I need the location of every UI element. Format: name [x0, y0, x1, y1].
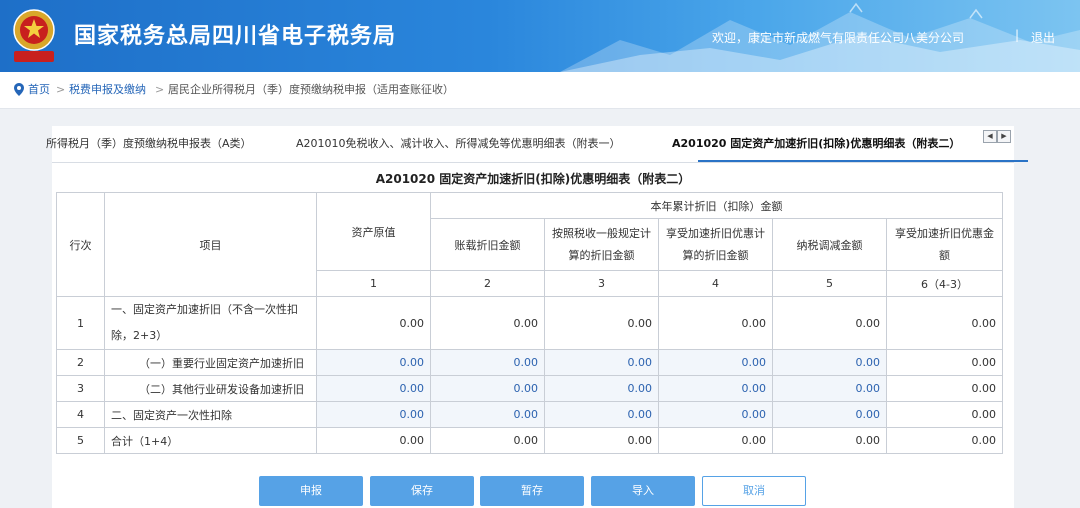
breadcrumb: 首页 > 税费申报及缴纳 > 居民企业所得税月（季）度预缴纳税申报（适用查账征收… — [0, 72, 1080, 109]
breadcrumb-current: 居民企业所得税月（季）度预缴纳税申报（适用查账征收） — [168, 83, 454, 96]
editable-cell[interactable]: 0.00 — [316, 375, 431, 402]
report-tabs: 所得税月（季）度预缴纳税申报表（A类） A201010免税收入、减计收入、所得减… — [46, 126, 1028, 163]
table-row: 5 合计（1+4） 0.00 0.00 0.00 0.00 0.00 0.00 — [56, 427, 1003, 454]
editable-cell[interactable]: 0.00 — [658, 375, 773, 402]
row-number: 4 — [56, 401, 105, 428]
declare-button[interactable]: 申报 — [259, 476, 363, 506]
header-asset-value: 资产原值 — [316, 192, 431, 271]
cell-value: 0.00 — [544, 296, 659, 350]
row-item: （二）其他行业研发设备加速折旧 — [104, 375, 317, 402]
table-row: 4 二、固定资产一次性扣除 0.00 0.00 0.00 0.00 0.00 0… — [56, 401, 1003, 428]
col-number: 4 — [658, 270, 773, 297]
header-item: 项目 — [104, 192, 317, 297]
editable-cell[interactable]: 0.00 — [544, 349, 659, 376]
header-col6: 享受加速折旧优惠金额 — [886, 218, 1003, 271]
cell-value: 0.00 — [886, 401, 1003, 428]
editable-cell[interactable]: 0.00 — [544, 375, 659, 402]
col-number: 6（4-3） — [886, 270, 1003, 297]
welcome-text: 欢迎，康定市新成燃气有限责任公司八美分公司 — [711, 31, 964, 45]
row-number: 2 — [56, 349, 105, 376]
cell-value: 0.00 — [658, 296, 773, 350]
cell-value: 0.00 — [772, 296, 887, 350]
cell-value: 0.00 — [316, 427, 431, 454]
import-button[interactable]: 导入 — [591, 476, 695, 506]
header-row-no: 行次 — [56, 192, 105, 297]
row-item: 一、固定资产加速折旧（不含一次性扣除，2+3） — [104, 296, 317, 350]
editable-cell[interactable]: 0.00 — [772, 401, 887, 428]
editable-cell[interactable]: 0.00 — [658, 349, 773, 376]
col-number: 1 — [316, 270, 431, 297]
table-row: 3 （二）其他行业研发设备加速折旧 0.00 0.00 0.00 0.00 0.… — [56, 375, 1003, 402]
editable-cell[interactable]: 0.00 — [430, 349, 545, 376]
temp-save-button[interactable]: 暂存 — [480, 476, 584, 506]
editable-cell[interactable]: 0.00 — [316, 401, 431, 428]
header-separator: | — [1015, 28, 1020, 42]
editable-cell[interactable]: 0.00 — [658, 401, 773, 428]
table-row: 1 一、固定资产加速折旧（不含一次性扣除，2+3） 0.00 0.00 0.00… — [56, 296, 1003, 350]
row-number: 1 — [56, 296, 105, 350]
row-item: 合计（1+4） — [104, 427, 317, 454]
row-number: 3 — [56, 375, 105, 402]
tab-main-form[interactable]: 所得税月（季）度预缴纳税申报表（A类） — [46, 126, 252, 162]
editable-cell[interactable]: 0.00 — [544, 401, 659, 428]
editable-cell[interactable]: 0.00 — [772, 349, 887, 376]
header-col4: 享受加速折旧优惠计算的折旧金额 — [658, 218, 773, 271]
site-title: 国家税务总局四川省电子税务局 — [74, 24, 397, 49]
col-number: 3 — [544, 270, 659, 297]
cell-value: 0.00 — [658, 427, 773, 454]
cell-value: 0.00 — [544, 427, 659, 454]
breadcrumb-level1-link[interactable]: 税费申报及缴纳 — [69, 72, 146, 108]
row-item: 二、固定资产一次性扣除 — [104, 401, 317, 428]
tab-attachment-2[interactable]: A201020 固定资产加速折旧(扣除)优惠明细表（附表二） — [672, 126, 960, 162]
location-pin-icon — [14, 83, 24, 96]
cell-value: 0.00 — [886, 375, 1003, 402]
header-col5: 纳税调减金额 — [772, 218, 887, 271]
cell-value: 0.00 — [430, 296, 545, 350]
col-number: 2 — [430, 270, 545, 297]
site-header: 国家税务总局四川省电子税务局 欢迎，康定市新成燃气有限责任公司八美分公司 | 退… — [0, 0, 1080, 72]
cell-value: 0.00 — [886, 427, 1003, 454]
report-title: A201020 固定资产加速折旧(扣除)优惠明细表（附表二） — [375, 172, 691, 186]
header-col3: 按照税收一般规定计算的折旧金额 — [544, 218, 659, 271]
breadcrumb-home-link[interactable]: 首页 — [28, 72, 50, 108]
report-panel: 所得税月（季）度预缴纳税申报表（A类） A201010免税收入、减计收入、所得减… — [46, 126, 1028, 508]
editable-cell[interactable]: 0.00 — [430, 375, 545, 402]
tab-attachment-1[interactable]: A201010免税收入、减计收入、所得减免等优惠明细表（附表一） — [296, 126, 621, 162]
col-number: 5 — [772, 270, 887, 297]
logout-link[interactable]: 退出 — [1031, 29, 1055, 46]
save-button[interactable]: 保存 — [370, 476, 474, 506]
cell-value: 0.00 — [886, 349, 1003, 376]
header-group: 本年累计折旧（扣除）金额 — [430, 192, 1003, 219]
table-row: 2 （一）重要行业固定资产加速折旧 0.00 0.00 0.00 0.00 0.… — [56, 349, 1003, 376]
tab-scroll-right-icon[interactable]: ▶ — [997, 130, 1011, 143]
tax-emblem-icon — [13, 9, 55, 62]
cell-value: 0.00 — [886, 296, 1003, 350]
cell-value: 0.00 — [430, 427, 545, 454]
editable-cell[interactable]: 0.00 — [316, 349, 431, 376]
active-tab-indicator — [698, 160, 1028, 162]
row-item: （一）重要行业固定资产加速折旧 — [104, 349, 317, 376]
cell-value: 0.00 — [316, 296, 431, 350]
cell-value: 0.00 — [772, 427, 887, 454]
tab-scroll-left-icon[interactable]: ◀ — [983, 130, 997, 143]
breadcrumb-arrow-icon: > — [56, 83, 66, 96]
depreciation-table: 行次 项目 资产原值 本年累计折旧（扣除）金额 账载折旧金额 按照税收一般规定计… — [56, 192, 1003, 454]
header-col2: 账载折旧金额 — [430, 218, 545, 271]
cancel-button[interactable]: 取消 — [702, 476, 806, 506]
editable-cell[interactable]: 0.00 — [430, 401, 545, 428]
editable-cell[interactable]: 0.00 — [772, 375, 887, 402]
breadcrumb-arrow-icon: > — [155, 83, 165, 96]
row-number: 5 — [56, 427, 105, 454]
